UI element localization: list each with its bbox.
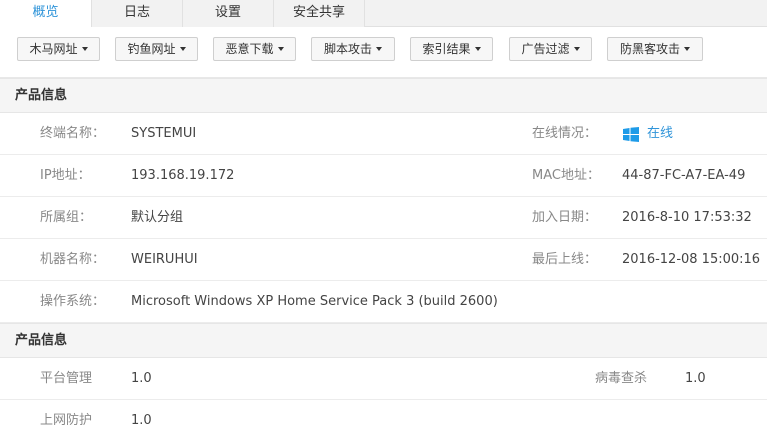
- windows-logo-icon: [623, 127, 639, 142]
- filter-script-attack-button[interactable]: 脚本攻击: [311, 37, 395, 61]
- filter-label: 广告过滤: [521, 42, 570, 56]
- last-online-label: 最后上线：: [532, 252, 598, 267]
- filter-toolbar: 木马网址 钓鱼网址 恶意下载 脚本攻击 索引结果 广告过滤 防黑客攻击: [0, 27, 767, 78]
- mac-label: MAC地址：: [532, 168, 600, 183]
- filter-anti-hacker-button[interactable]: 防黑客攻击: [607, 37, 703, 61]
- group-value: 默认分组: [131, 210, 184, 225]
- join-date-label: 加入日期：: [532, 210, 598, 225]
- group-label: 所属组：: [40, 210, 93, 225]
- tab-bar: 概览 日志 设置 安全共享: [0, 0, 767, 28]
- tab-secure-share[interactable]: 安全共享: [274, 0, 365, 27]
- os-value: Microsoft Windows XP Home Service Pack 3…: [131, 294, 498, 309]
- filter-label: 恶意下载: [225, 42, 274, 56]
- last-online-value: 2016-12-08 15:00:16: [622, 252, 761, 267]
- online-status-value: 在线: [647, 126, 674, 141]
- filter-trojan-url-button[interactable]: 木马网址: [17, 37, 100, 61]
- platform-version: 1.0: [131, 371, 152, 386]
- filter-label: 防黑客攻击: [619, 42, 680, 56]
- filter-malicious-download-button[interactable]: 恶意下载: [213, 37, 296, 61]
- caret-down-icon: [474, 46, 481, 51]
- caret-down-icon: [684, 46, 690, 51]
- tab-overview[interactable]: 概览: [0, 0, 92, 28]
- section-title: 产品信息: [15, 88, 68, 103]
- caret-down-icon: [573, 46, 580, 51]
- caret-down-icon: [179, 46, 186, 51]
- filter-label: 索引结果: [422, 42, 471, 56]
- info-row-os: 操作系统： Microsoft Windows XP Home Service …: [0, 281, 767, 323]
- filter-label: 脚本攻击: [323, 42, 372, 56]
- filter-ad-filter-button[interactable]: 广告过滤: [509, 37, 592, 61]
- terminal-name-label: 终端名称：: [40, 126, 106, 141]
- antivirus-version: 1.0: [685, 371, 706, 386]
- web-protect-version: 1.0: [131, 413, 152, 428]
- module-info-header: 产品信息: [0, 323, 767, 358]
- online-status-label: 在线情况：: [532, 126, 598, 141]
- product-info-header: 产品信息: [0, 78, 767, 113]
- module-row-platform: 平台管理 1.0 病毒查杀 1.0: [0, 358, 767, 400]
- section-title: 产品信息: [15, 333, 68, 348]
- ip-label: IP地址：: [40, 168, 91, 183]
- machine-name-value: WEIRUHUI: [131, 252, 198, 267]
- caret-down-icon: [81, 46, 88, 51]
- mac-value: 44-87-FC-A7-EA-49: [622, 168, 746, 183]
- caret-down-icon: [277, 46, 284, 51]
- filter-phishing-url-button[interactable]: 钓鱼网址: [115, 37, 198, 61]
- antivirus-label: 病毒查杀: [595, 371, 648, 386]
- ip-value: 193.168.19.172: [131, 168, 235, 183]
- info-row-terminal: 终端名称： SYSTEMUI 在线情况： 在线: [0, 113, 767, 155]
- machine-name-label: 机器名称：: [40, 252, 106, 267]
- os-label: 操作系统：: [40, 294, 106, 309]
- web-protect-label: 上网防护: [40, 413, 93, 428]
- caret-down-icon: [376, 46, 382, 51]
- info-row-group: 所属组： 默认分组 加入日期： 2016-8-10 17:53:32: [0, 197, 767, 239]
- info-row-machine: 机器名称： WEIRUHUI 最后上线： 2016-12-08 15:00:16: [0, 239, 767, 281]
- platform-label: 平台管理: [40, 371, 93, 386]
- filter-index-result-button[interactable]: 索引结果: [410, 37, 493, 61]
- join-date-value: 2016-8-10 17:53:32: [622, 210, 752, 225]
- filter-label: 木马网址: [29, 42, 78, 56]
- filter-label: 钓鱼网址: [127, 42, 176, 56]
- tab-log[interactable]: 日志: [92, 0, 183, 27]
- tab-settings[interactable]: 设置: [183, 0, 274, 27]
- module-row-web-protect: 上网防护 1.0: [0, 400, 767, 439]
- terminal-name-value: SYSTEMUI: [131, 126, 197, 141]
- info-row-ip: IP地址： 193.168.19.172 MAC地址： 44-87-FC-A7-…: [0, 155, 767, 197]
